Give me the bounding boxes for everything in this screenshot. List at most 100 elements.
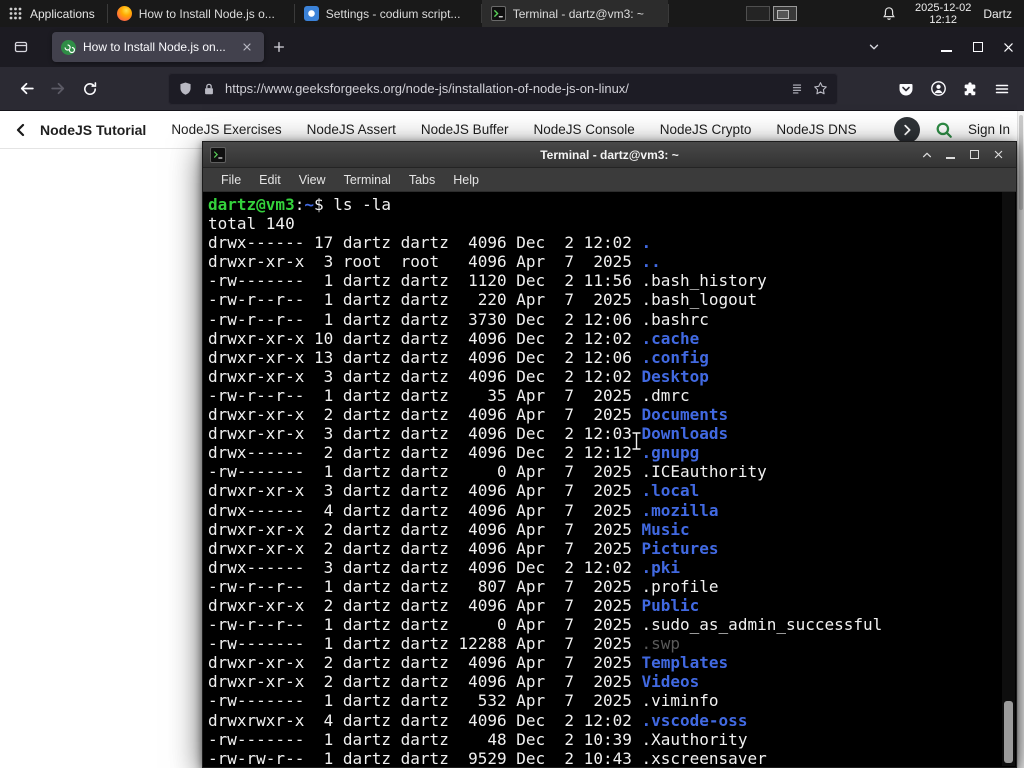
page-scrollbar[interactable] [1017,111,1024,768]
terminal-output-line: -rw------- 1 dartz dartz 532 Apr 7 2025 … [208,691,719,711]
terminal-output-line: -rw------- 1 dartz dartz 48 Dec 2 10:39 … [208,729,748,749]
url-bar[interactable]: https://www.geeksforgeeks.org/node-js/in… [168,72,838,105]
terminal-output-line: -rw------- 1 dartz dartz 12288 Apr 7 202… [208,634,681,654]
browser-tab[interactable]: How to Install Node.js on... [52,32,264,62]
terminal-output-line: drwx------ 3 dartz dartz 4096 Dec 2 12:0… [208,557,681,577]
terminal-output-line: drwxr-xr-x 3 dartz dartz 4096 Dec 2 12:0… [208,366,709,386]
forward-icon[interactable] [42,73,74,105]
applications-menu-button[interactable]: Applications [0,0,107,27]
site-nav-right: Sign In [893,116,1010,143]
directory-name: Downloads [641,424,729,444]
terminal-menubar: File Edit View Terminal Tabs Help [203,168,1016,192]
site-nav-link[interactable]: NodeJS DNS [776,122,856,137]
browser-minimize-button[interactable] [931,27,962,67]
page-scrollbar-thumb[interactable] [1019,115,1023,210]
site-nav-link[interactable]: NodeJS Exercises [171,122,281,137]
site-nav-link[interactable]: NodeJS Assert [307,122,396,137]
terminal-output-line: drwxr-xr-x 13 dartz dartz 4096 Dec 2 12:… [208,347,709,367]
user-menu[interactable]: Dartz [983,7,1012,21]
tab-close-icon[interactable] [239,39,255,55]
pocket-icon[interactable] [890,73,922,105]
terminal-titlebar[interactable]: Terminal - dartz@vm3: ~ [203,142,1016,168]
terminal-screen[interactable]: dartz@vm3:~$ ls -la total 140 drwx------ 1… [204,192,1015,766]
account-icon[interactable] [922,73,954,105]
clock-time: 12:12 [929,13,957,26]
directory-name: .mozilla [641,500,719,520]
clock-date: 2025-12-02 [915,1,972,14]
bookmark-star-icon[interactable] [813,81,828,96]
file-name: .viminfo [641,691,719,711]
taskbar-window-label: How to Install Node.js o... [138,6,275,21]
menu-icon[interactable] [986,73,1018,105]
terminal-menu-item[interactable]: Help [444,170,488,190]
terminal-app-icon [210,146,226,163]
terminal-output: dartz@vm3:~$ ls -la total 140 drwx------ 1… [208,195,999,766]
site-nav-link[interactable]: NodeJS Console [533,122,634,137]
terminal-output-line: drwxr-xr-x 2 dartz dartz 4096 Apr 7 2025… [208,405,729,425]
file-name: .bashrc [641,309,709,329]
file-name: .sudo_as_admin_successful [641,615,883,635]
file-name: .xscreensaver [641,748,767,766]
file-name: .bash_logout [641,290,758,310]
directory-name: Pictures [641,538,719,558]
terminal-menu-item[interactable]: View [290,170,335,190]
browser-close-button[interactable] [993,27,1024,67]
clock[interactable]: 2025-12-02 12:12 [915,2,971,26]
terminal-output-line: drwx------ 17 dartz dartz 4096 Dec 2 12:… [208,233,652,253]
directory-name: .local [641,481,700,501]
taskbar-window-button[interactable]: How to Install Node.js o... [108,0,294,27]
terminal-close-icon[interactable] [988,145,1009,164]
terminal-scrollbar-thumb[interactable] [1004,701,1013,763]
navigation-toolbar: https://www.geeksforgeeks.org/node-js/in… [0,67,1024,111]
terminal-menu-item[interactable]: Tabs [400,170,444,190]
terminal-output-line: -rw------- 1 dartz dartz 0 Apr 7 2025 .I… [208,462,767,482]
terminal-menu-item[interactable]: Terminal [335,170,400,190]
prompt-cwd: ~ [304,195,314,214]
site-nav-link[interactable]: NodeJS Buffer [421,122,509,137]
terminal-scrollbar[interactable] [1002,192,1015,766]
workspace-2[interactable] [773,6,798,21]
terminal-window-controls [916,145,1009,164]
back-icon[interactable] [10,73,42,105]
directory-name: .config [641,347,709,367]
sign-in-link[interactable]: Sign In [968,122,1010,137]
tracking-shield-icon[interactable] [178,81,193,96]
taskbar-window-label: Terminal - dartz@vm3: ~ [512,6,644,21]
nav-scroll-left-icon[interactable] [10,119,32,141]
reader-view-icon[interactable] [790,82,804,96]
directory-name: .gnupg [641,443,700,463]
taskbar-window-button[interactable]: Settings - codium script... [295,0,481,27]
url-text: https://www.geeksforgeeks.org/node-js/in… [225,81,629,96]
directory-name: Videos [641,672,700,692]
search-icon[interactable] [935,121,953,139]
browser-maximize-button[interactable] [962,27,993,67]
terminal-output-line: -rw------- 1 dartz dartz 1120 Dec 2 11:5… [208,271,767,291]
firefox-view-icon[interactable] [6,32,36,62]
workspace-1[interactable] [746,6,771,21]
terminal-output-line: drwxrwxr-x 4 dartz dartz 4096 Dec 2 12:0… [208,710,748,730]
site-nav-link[interactable]: NodeJS Crypto [660,122,752,137]
terminal-output-line: drwxr-xr-x 10 dartz dartz 4096 Dec 2 12:… [208,328,700,348]
taskbar-window-button[interactable]: Terminal - dartz@vm3: ~ [481,0,668,27]
terminal-window: Terminal - dartz@vm3: ~ File Edit View Term… [202,141,1017,768]
terminal-menu-item[interactable]: Edit [250,170,290,190]
notifications-bell-icon[interactable] [881,6,897,22]
site-nav-link[interactable]: NodeJS Tutorial [40,122,146,138]
reload-icon[interactable] [74,73,106,105]
nav-scroll-right-button[interactable] [893,116,920,143]
new-tab-button[interactable] [264,32,294,62]
terminal-output-line: -rw-r--r-- 1 dartz dartz 3730 Dec 2 12:0… [208,309,709,329]
extensions-icon[interactable] [954,73,986,105]
terminal-output-line: -rw-rw-r-- 1 dartz dartz 9529 Dec 2 10:4… [208,748,767,766]
gfg-favicon [61,39,76,55]
terminal-maximize-icon[interactable] [964,145,985,164]
terminal-minimize-icon[interactable] [940,145,961,164]
directory-name: .. [641,252,661,272]
terminal-output-line: drwxr-xr-x 3 dartz dartz 4096 Dec 2 12:0… [208,424,729,444]
workspace-switcher[interactable] [746,6,798,21]
directory-name: .pki [641,557,681,577]
list-all-tabs-icon[interactable] [859,32,889,62]
terminal-shade-icon[interactable] [916,145,937,164]
terminal-menu-item[interactable]: File [212,170,250,190]
terminal-command: ls -la [333,195,392,214]
